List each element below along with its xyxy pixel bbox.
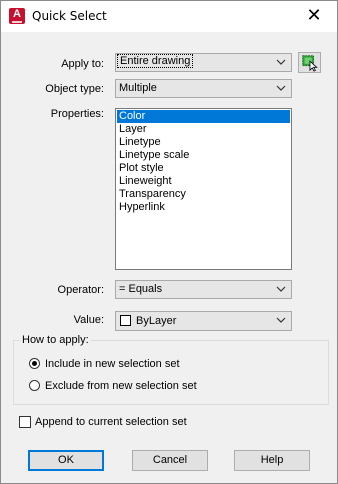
autocad-app-icon: A [9,8,25,24]
object-type-label-text: Object type: [45,83,104,95]
dialog-title: Quick Select [32,9,107,23]
object-type-label: Object type: [21,83,104,95]
how-to-apply-group [13,340,329,405]
close-icon[interactable]: ✕ [291,1,337,32]
chevron-down-icon [276,59,286,65]
select-objects-icon [302,55,318,72]
how-to-apply-label: How to apply: [20,334,91,346]
operator-value: = Equals [119,283,163,295]
value-label: Value: [21,314,104,326]
operator-label: Operator: [21,284,104,296]
object-type-dropdown[interactable]: Multiple [115,79,292,98]
exclude-label[interactable]: Exclude from new selection set [45,380,197,392]
title-bar[interactable]: A Quick Select ✕ [1,1,337,32]
apply-to-value: Entire drawing [116,54,194,68]
help-button[interactable]: Help [234,450,310,471]
list-item[interactable]: Plot style [116,162,291,175]
list-item[interactable]: Linetype [116,136,291,149]
include-label[interactable]: Include in new selection set [45,358,180,370]
list-item[interactable]: Layer [116,123,291,136]
value-dropdown[interactable]: ByLayer [115,311,292,331]
ok-button[interactable]: OK [28,450,104,471]
append-checkbox[interactable] [19,416,31,428]
quick-select-dialog: A Quick Select ✕ Apply to: Entire drawin… [0,0,338,484]
properties-listbox[interactable]: Color Layer Linetype Linetype scale Plot… [115,108,292,270]
select-objects-button[interactable] [298,52,321,73]
apply-to-label-text: Apply to: [61,58,104,70]
list-item[interactable]: Hyperlink [116,201,291,214]
value-value: ByLayer [136,315,177,327]
list-item[interactable]: Linetype scale [116,149,291,162]
app-icon-letter: A [13,8,21,20]
apply-to-label: Apply to: [21,58,104,70]
chevron-down-icon [276,317,286,323]
cancel-button[interactable]: Cancel [132,450,208,471]
list-item[interactable]: Transparency [116,188,291,201]
list-item[interactable]: Lineweight [116,175,291,188]
value-label-text: Value: [73,314,104,326]
append-label[interactable]: Append to current selection set [35,416,187,428]
object-type-value: Multiple [119,82,157,94]
operator-dropdown[interactable]: = Equals [115,280,292,299]
properties-label: Properties: [21,108,104,120]
exclude-radio[interactable] [29,380,40,391]
apply-to-dropdown[interactable]: Entire drawing [115,53,292,72]
operator-label-text: Operator: [57,284,104,296]
chevron-down-icon [276,85,286,91]
properties-label-text: Properties: [50,108,104,120]
include-radio[interactable] [29,358,40,369]
chevron-down-icon [276,286,286,292]
list-item[interactable]: Color [117,110,290,123]
color-swatch [120,315,131,326]
